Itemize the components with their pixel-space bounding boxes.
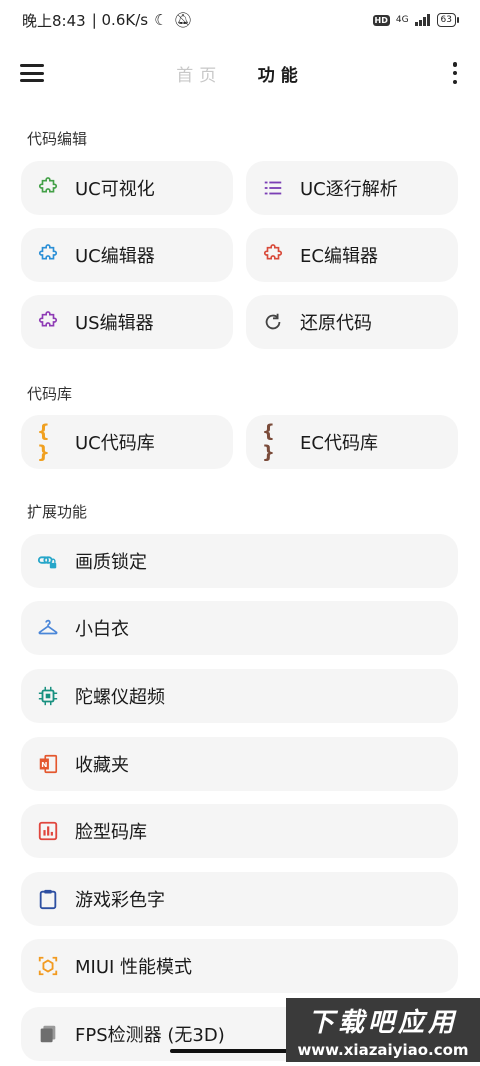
status-left: 晚上8:43 | 0.6K/s ☾ 🔕︎: [22, 10, 193, 31]
hd-badge: HD: [372, 14, 390, 26]
card-label: US编辑器: [75, 313, 154, 334]
chip-icon: [37, 685, 59, 707]
clipboard-icon: [37, 888, 59, 910]
refresh-icon: [262, 311, 284, 333]
list-icon: [262, 177, 284, 199]
app-header: 首页 功能: [0, 50, 480, 96]
card-label: UC逐行解析: [300, 179, 398, 200]
card-label: 收藏夹: [75, 755, 129, 776]
office-icon: N: [37, 753, 59, 775]
card-label: UC编辑器: [75, 246, 155, 267]
card-label: 还原代码: [300, 313, 372, 334]
card-uc-visual[interactable]: UC可视化: [21, 161, 233, 215]
card-label: 陀螺仪超频: [75, 687, 165, 708]
watermark: 下载吧应用 www.xiazaiyiao.com: [286, 998, 480, 1062]
braces-icon: { }: [37, 421, 50, 463]
card-miui-performance[interactable]: MIUI 性能模式: [21, 939, 458, 993]
battery-icon: 63: [436, 13, 460, 27]
card-game-color-text[interactable]: 游戏彩色字: [21, 872, 458, 926]
tab-features[interactable]: 功能: [258, 61, 304, 86]
card-uc-code-lib[interactable]: { } UC代码库: [21, 415, 233, 469]
status-bar: 晚上8:43 | 0.6K/s ☾ 🔕︎ HD 4G 63: [0, 0, 480, 40]
section-title-code-lib: 代码库: [27, 385, 73, 403]
braces-icon: { }: [262, 421, 275, 463]
card-restore-code[interactable]: 还原代码: [246, 295, 458, 349]
card-favorites[interactable]: N 收藏夹: [21, 737, 458, 791]
tab-bar: 首页 功能: [0, 61, 480, 86]
card-us-editor[interactable]: US编辑器: [21, 295, 233, 349]
card-label: 脸型码库: [75, 822, 147, 843]
card-label: 游戏彩色字: [75, 890, 165, 911]
status-right: HD 4G 63: [372, 13, 460, 27]
card-ec-code-lib[interactable]: { } EC代码库: [246, 415, 458, 469]
card-quality-lock[interactable]: 画质锁定: [21, 534, 458, 588]
card-label: FPS检测器 (无3D): [75, 1025, 225, 1046]
more-icon[interactable]: [450, 62, 460, 84]
cube-icon: [37, 955, 59, 977]
section-title-code-edit: 代码编辑: [27, 130, 88, 148]
watermark-url: www.xiazaiyiao.com: [297, 1041, 469, 1059]
section-title-ext: 扩展功能: [27, 503, 88, 521]
card-label: UC可视化: [75, 179, 155, 200]
card-gyro-overclock[interactable]: 陀螺仪超频: [21, 669, 458, 723]
card-uc-editor[interactable]: UC编辑器: [21, 228, 233, 282]
tab-home[interactable]: 首页: [176, 61, 222, 86]
card-xiaobaiyi[interactable]: 小白衣: [21, 601, 458, 655]
puzzle-edit-icon: [37, 311, 59, 333]
card-label: MIUI 性能模式: [75, 957, 193, 978]
svg-text:N: N: [41, 760, 47, 769]
watermark-title: 下载吧应用: [307, 1008, 458, 1038]
status-speed: | 0.6K/s: [91, 11, 149, 29]
card-label: 画质锁定: [75, 552, 147, 573]
network-label: 4G: [395, 15, 409, 25]
card-label: EC编辑器: [300, 246, 378, 267]
hanger-icon: [37, 617, 59, 639]
card-ec-editor[interactable]: EC编辑器: [246, 228, 458, 282]
card-label: EC代码库: [300, 433, 378, 454]
copy-icon: [37, 1023, 59, 1045]
bar-chart-icon: [37, 820, 59, 842]
card-label: UC代码库: [75, 433, 155, 454]
puzzle-edit-icon: [37, 177, 59, 199]
bell-off-icon: 🔕︎: [173, 11, 193, 29]
status-time: 晚上8:43: [22, 11, 86, 30]
puzzle-edit-icon: [262, 244, 284, 266]
card-uc-line-parse[interactable]: UC逐行解析: [246, 161, 458, 215]
link-lock-icon: [37, 550, 59, 572]
moon-icon: ☾: [154, 11, 168, 29]
signal-icon: [414, 14, 430, 26]
puzzle-edit-icon: [37, 244, 59, 266]
card-face-code-lib[interactable]: 脸型码库: [21, 804, 458, 858]
card-label: 小白衣: [75, 619, 129, 640]
